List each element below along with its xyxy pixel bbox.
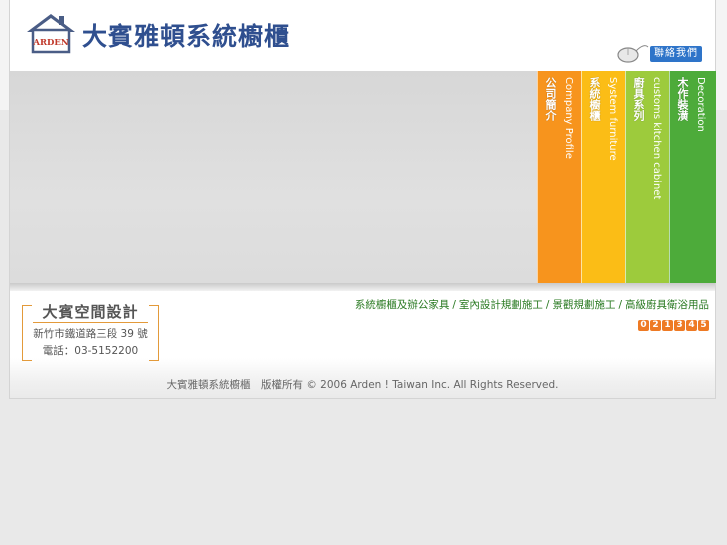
banner-divider — [10, 283, 715, 291]
nav-tab-zh-label: 系統櫥櫃 — [588, 77, 601, 121]
company-address: 新竹市鐵道路三段 39 號 — [33, 328, 148, 340]
separator: / — [545, 299, 550, 311]
counter-digit: 3 — [674, 320, 685, 331]
nav-tab-en-label: Company Profile — [563, 77, 574, 159]
counter-digit: 5 — [698, 320, 709, 331]
nav-tab-zh-label: 木作裝潢 — [676, 77, 689, 121]
services-links: 系統櫥櫃及辦公家具 / 室內設計規劃施工 / 景觀規劃施工 / 高級廚具衛浴用品 — [355, 297, 709, 312]
counter-digit: 2 — [650, 320, 661, 331]
contact-us-button[interactable]: 聯絡我們 — [650, 46, 702, 62]
separator: / — [618, 299, 622, 311]
site-title: 大賓雅頓系統櫥櫃 — [82, 22, 291, 51]
separator: / — [452, 299, 456, 311]
site-header: ARDEN 大賓雅頓系統櫥櫃 聯絡我們 — [10, 0, 715, 71]
banner-area: 公司簡介 Company Profile 系統櫥櫃 System furnitu… — [10, 71, 716, 283]
company-info-box: 大賓空間設計 新竹市鐵道路三段 39 號 電話：03-5152200 — [22, 303, 159, 361]
nav-tab-company-profile[interactable]: 公司簡介 Company Profile — [537, 71, 582, 283]
nav-tab-kitchen-cabinet[interactable]: 廚具系列 customs kitchen cabinet — [625, 71, 670, 283]
nav-tab-decoration[interactable]: 木作裝潢 Decoration — [669, 71, 716, 283]
nav-tab-en-label: customs kitchen cabinet — [651, 77, 662, 200]
computer-mouse-icon — [617, 45, 649, 63]
service-link-interior-design[interactable]: 室內設計規劃施工 — [459, 299, 543, 311]
company-name-underline — [33, 322, 148, 323]
visitor-counter: 0 2 1 3 4 5 — [638, 320, 709, 331]
company-name: 大賓空間設計 — [42, 303, 139, 321]
nav-tab-zh-label: 廚具系列 — [632, 77, 645, 121]
company-phone: 電話：03-5152200 — [42, 345, 139, 357]
nav-tab-zh-label: 公司簡介 — [544, 77, 557, 121]
service-link-kitchen-bath[interactable]: 高級廚具衛浴用品 — [625, 299, 709, 311]
page-frame: ARDEN 大賓雅頓系統櫥櫃 聯絡我們 公司簡介 Company Profile… — [9, 0, 716, 399]
counter-digit: 4 — [686, 320, 697, 331]
logo-text: ARDEN — [32, 38, 69, 48]
nav-tab-en-label: System furniture — [607, 77, 618, 161]
arden-house-logo[interactable]: ARDEN — [25, 12, 77, 54]
nav-tab-system-furniture[interactable]: 系統櫥櫃 System furniture — [581, 71, 626, 283]
copyright-text: 大賓雅頓系統櫥櫃 版權所有 © 2006 Arden ! Taiwan Inc.… — [166, 379, 559, 391]
nav-tab-en-label: Decoration — [695, 77, 706, 132]
service-link-system-furniture[interactable]: 系統櫥櫃及辦公家具 — [355, 299, 450, 311]
counter-digit: 0 — [638, 320, 649, 331]
service-link-landscape[interactable]: 景觀規劃施工 — [552, 299, 615, 311]
counter-digit: 1 — [662, 320, 673, 331]
